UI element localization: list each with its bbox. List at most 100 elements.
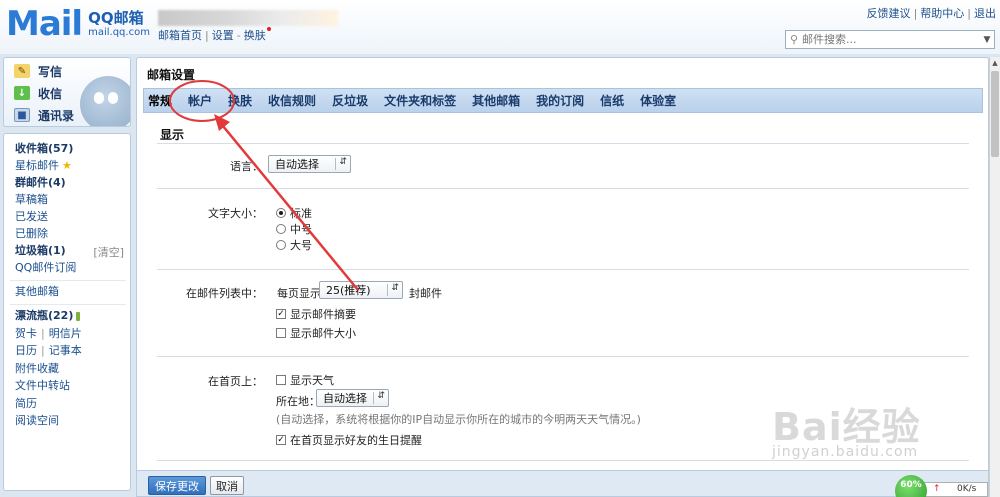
settings-tabs: 常规 帐户 换肤 收信规则 反垃圾 文件夹和标签 其他邮箱 我的订阅 信纸 体验…: [143, 88, 983, 113]
left-sidebar: ✎ 写信 ↓ 收信 ■ 通讯录 收件箱(57) 星标邮件 ★ 群邮件(4) 草稿箱…: [3, 57, 131, 491]
contact-card-icon: ■: [14, 108, 30, 122]
location-select[interactable]: 自动选择 ⇵: [316, 389, 389, 407]
per-page-prefix: 每页显示: [277, 287, 321, 300]
folder-reading-space[interactable]: 阅读空间: [15, 414, 59, 428]
tab-receive-rules[interactable]: 收信规则: [268, 92, 316, 109]
folder-deleted[interactable]: 已删除: [15, 227, 48, 241]
link-settings[interactable]: 设置: [212, 29, 234, 42]
inbox-download-icon: ↓: [14, 86, 30, 100]
cancel-button[interactable]: 取消: [210, 476, 244, 495]
folder-starred[interactable]: 星标邮件 ★: [15, 159, 72, 173]
tab-account[interactable]: 帐户: [188, 92, 212, 109]
folder-drafts[interactable]: 草稿箱: [15, 193, 48, 207]
font-size-medium[interactable]: 中号: [276, 221, 312, 237]
location-label: 所在地：: [276, 395, 320, 408]
updown-caret-icon: ⇵: [391, 283, 399, 293]
tab-general[interactable]: 常规: [148, 92, 172, 109]
folder-other-mail[interactable]: 其他邮箱: [15, 285, 59, 299]
upload-arrow-icon: ↑: [933, 484, 941, 494]
logo-title: QQ邮箱: [88, 9, 144, 27]
divider: [157, 269, 969, 270]
checkbox-checked-icon: ✓: [276, 309, 286, 319]
settings-footer: 保存更改 取消: [137, 470, 988, 496]
checkbox-icon: [276, 375, 286, 385]
tab-stationery[interactable]: 信纸: [600, 92, 624, 109]
network-speed-widget: 60% ↑ 0K/s: [895, 475, 988, 497]
birthday-reminder-checkbox[interactable]: ✓ 在首页显示好友的生日提醒: [276, 432, 422, 448]
search-icon[interactable]: ⚲: [786, 33, 802, 46]
divider: [157, 143, 969, 144]
link-logout[interactable]: 退出: [974, 7, 996, 20]
star-icon: ★: [62, 159, 72, 172]
show-size-checkbox[interactable]: 显示邮件大小: [276, 325, 356, 341]
top-header: Mail QQ邮箱 mail.qq.com 邮箱首页 | 设置 - 换肤 反馈建议 | 帮助…: [0, 0, 1000, 54]
mail-list-label: 在邮件列表中：: [186, 287, 263, 300]
folder-sent[interactable]: 已发送: [15, 210, 48, 224]
show-summary-checkbox[interactable]: ✓ 显示邮件摘要: [276, 306, 356, 322]
tab-folders-labels[interactable]: 文件夹和标签: [384, 92, 456, 109]
tab-skin[interactable]: 换肤: [228, 92, 252, 109]
link-mail-home[interactable]: 邮箱首页: [158, 29, 202, 42]
page-title: 邮箱设置: [147, 68, 196, 82]
receive-button[interactable]: ↓ 收信: [14, 83, 62, 103]
folder-attachments[interactable]: 附件收藏: [15, 362, 59, 376]
folder-file-transfer[interactable]: 文件中转站: [15, 379, 70, 393]
tab-subscriptions[interactable]: 我的订阅: [536, 92, 584, 109]
folder-group[interactable]: 群邮件(4): [15, 176, 66, 190]
show-weather-checkbox[interactable]: 显示天气: [276, 372, 334, 388]
link-help[interactable]: 帮助中心: [920, 7, 964, 20]
spam-clear-link[interactable]: [清空]: [93, 244, 124, 260]
language-select[interactable]: 自动选择 ⇵: [268, 155, 351, 173]
folder-drift-bottle[interactable]: 漂流瓶(22): [15, 309, 81, 323]
pencil-icon: ✎: [14, 64, 30, 78]
section-display-title: 显示: [160, 128, 185, 142]
right-links: 反馈建议 | 帮助中心 | 退出: [866, 7, 996, 20]
folder-notes[interactable]: 记事本: [49, 344, 82, 357]
qq-mail-logo[interactable]: Mail QQ邮箱 mail.qq.com: [6, 4, 150, 44]
folder-card-row: 贺卡 | 明信片: [15, 327, 82, 340]
tab-anti-spam[interactable]: 反垃圾: [332, 92, 368, 109]
notification-dot-icon: [266, 27, 271, 31]
folder-card[interactable]: 贺卡: [15, 327, 37, 340]
updown-caret-icon: ⇵: [339, 157, 347, 167]
search-input[interactable]: [802, 33, 980, 46]
tab-labs[interactable]: 体验室: [640, 92, 676, 109]
link-change-skin[interactable]: 换肤: [244, 29, 266, 42]
divider: [157, 356, 969, 357]
compose-button[interactable]: ✎ 写信: [14, 61, 62, 81]
font-size-label: 文字大小：: [208, 207, 263, 220]
save-changes-button[interactable]: 保存更改: [148, 476, 206, 495]
folder-spam[interactable]: 垃圾箱(1): [15, 244, 66, 258]
logo-mark: Mail: [6, 4, 83, 44]
link-feedback[interactable]: 反馈建议: [867, 7, 911, 20]
logo-domain: mail.qq.com: [88, 27, 150, 38]
per-page-select[interactable]: 25(推荐) ⇵: [319, 281, 403, 299]
font-size-large[interactable]: 大号: [276, 237, 312, 253]
bottle-icon: [76, 311, 81, 321]
divider: [10, 304, 126, 305]
compose-panel: ✎ 写信 ↓ 收信 ■ 通讯录: [3, 57, 131, 127]
folder-inbox[interactable]: 收件箱(57): [15, 142, 73, 156]
scroll-up-icon[interactable]: ▲: [990, 57, 1000, 69]
language-label: 语言：: [230, 160, 263, 173]
checkbox-checked-icon: ✓: [276, 435, 286, 445]
folder-subscription[interactable]: QQ邮件订阅: [15, 261, 76, 275]
tab-other-mail[interactable]: 其他邮箱: [472, 92, 520, 109]
radio-icon: [276, 224, 286, 234]
radio-icon: [276, 208, 286, 218]
page-scrollbar[interactable]: ▲: [989, 57, 1000, 497]
contacts-button[interactable]: ■ 通讯录: [14, 105, 74, 125]
updown-caret-icon: ⇵: [377, 391, 385, 401]
search-dropdown-icon[interactable]: ▼: [980, 35, 994, 45]
folder-calendar[interactable]: 日历: [15, 344, 37, 357]
divider: [157, 460, 969, 461]
scroll-thumb[interactable]: [991, 71, 999, 157]
font-size-standard[interactable]: 标准: [276, 205, 312, 221]
folder-postcard[interactable]: 明信片: [49, 327, 82, 340]
folder-resume[interactable]: 简历: [15, 397, 37, 411]
per-page-suffix: 封邮件: [409, 287, 442, 300]
radio-icon: [276, 240, 286, 250]
speed-rate: 0K/s: [957, 484, 977, 494]
penguin-mascot-icon: [80, 76, 130, 126]
folder-calendar-row: 日历 | 记事本: [15, 344, 82, 357]
